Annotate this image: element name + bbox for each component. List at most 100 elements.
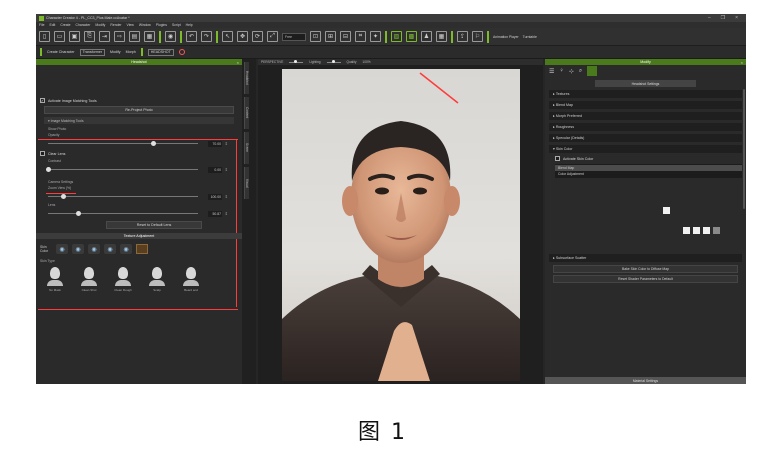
render-icon[interactable]: ▤	[129, 31, 140, 42]
view-select[interactable]: Free	[282, 32, 306, 41]
texture-icon[interactable]: ▨	[391, 31, 402, 42]
viewport[interactable]: PERSPECTIVE Lighting Quality 100%	[258, 59, 543, 384]
menu-modify[interactable]: Modify	[95, 23, 105, 27]
tab-visual[interactable]: Visual	[244, 167, 249, 199]
panel-close-icon[interactable]: ×	[237, 60, 239, 65]
close-icon[interactable]: ×	[735, 15, 738, 21]
send-icon[interactable]: ⇨	[114, 31, 125, 42]
zoom-slider-knob[interactable]	[61, 194, 66, 199]
lens-value[interactable]: 50.87	[208, 210, 222, 217]
tab-headshot[interactable]: Headshot	[244, 62, 249, 94]
eye-icon[interactable]: ◉	[56, 244, 68, 254]
spinner-icon[interactable]: ⇕	[225, 194, 228, 199]
camera-slider[interactable]	[289, 60, 304, 63]
color-swatch[interactable]	[683, 227, 690, 234]
section-morph[interactable]: ▸ Morph Preferred	[549, 112, 742, 120]
avatar-option[interactable]: Beard and	[180, 267, 202, 293]
axis-icon[interactable]: ⌗	[355, 31, 366, 42]
image-matching-tools-header[interactable]: ▾ Image Matching Tools	[44, 117, 234, 124]
opacity-slider[interactable]: 70.00 ⇕	[48, 139, 230, 148]
opacity-value[interactable]: 70.00	[208, 140, 222, 147]
menu-character[interactable]: Character	[76, 23, 91, 27]
menu-script[interactable]: Script	[172, 23, 181, 27]
menu-window[interactable]: Window	[139, 23, 151, 27]
redo-icon[interactable]: ↷	[201, 31, 212, 42]
eye-icon[interactable]: ◉	[88, 244, 100, 254]
activate-matching-checkbox[interactable]: ✓	[40, 98, 45, 103]
headshot-button[interactable]: HEADSHOT	[147, 48, 174, 56]
menu-file[interactable]: File	[39, 23, 44, 27]
contrast-slider-knob[interactable]	[46, 167, 51, 172]
color-swatch[interactable]	[693, 227, 700, 234]
skin-color-swatch[interactable]	[136, 244, 148, 254]
tab-content[interactable]: Content	[244, 97, 249, 129]
menu-grid-icon[interactable]: ▦	[436, 31, 447, 42]
lens-slider[interactable]: 50.87 ⇕	[48, 209, 230, 218]
pose-icon[interactable]: ♀	[559, 68, 564, 74]
turntable-button[interactable]: Turntable	[523, 35, 537, 39]
activate-skin-color-row[interactable]: Activate Skin Color	[555, 156, 742, 161]
section-skin-color[interactable]: ▾ Skin Color	[549, 145, 742, 153]
scrollbar[interactable]	[743, 89, 745, 209]
contrast-slider[interactable]: 0.00 ⇕	[46, 165, 230, 174]
camera-select[interactable]: PERSPECTIVE	[261, 60, 283, 64]
quality-label[interactable]: Quality	[347, 60, 357, 64]
activate-skin-color-checkbox[interactable]	[555, 156, 560, 161]
color-swatch[interactable]	[663, 207, 670, 214]
save-icon[interactable]: ▣	[69, 31, 80, 42]
menu-edit[interactable]: Edit	[49, 23, 55, 27]
avatar-option[interactable]: Clean Shot	[78, 267, 100, 293]
avatar-option[interactable]: Clean Rough	[112, 267, 134, 293]
panel-close-icon[interactable]: ×	[741, 60, 743, 65]
opacity-slider-knob[interactable]	[151, 141, 156, 146]
import-icon[interactable]: ⎘	[84, 31, 95, 42]
camera-icon[interactable]: ⊟	[340, 31, 351, 42]
align-icon[interactable]: ⊞	[325, 31, 336, 42]
animation-player-button[interactable]: Animation Player	[493, 35, 519, 39]
menu-view[interactable]: View	[127, 23, 134, 27]
contrast-value[interactable]: 0.00	[208, 166, 222, 173]
section-blend-map[interactable]: ▸ Blend Map	[549, 101, 742, 109]
transformer-button[interactable]: Transformer	[79, 48, 106, 56]
flag-icon[interactable]: ⚐	[472, 31, 483, 42]
reset-lens-button[interactable]: Reset to Default Lens	[106, 221, 202, 229]
lens-slider-knob[interactable]	[76, 211, 81, 216]
list-item[interactable]: Color Adjustment	[555, 171, 742, 177]
menu-create[interactable]: Create	[60, 23, 70, 27]
activate-matching-row[interactable]: ✓ Activate Image Matching Tools	[40, 98, 238, 103]
headshot-settings-header[interactable]: Headshot Settings	[595, 80, 696, 87]
sliders-icon[interactable]: ☰	[549, 68, 554, 75]
material-icon[interactable]: ▩	[406, 31, 417, 42]
menu-help[interactable]: Help	[186, 23, 193, 27]
lighting-label[interactable]: Lighting	[309, 60, 320, 64]
lighting-slider[interactable]	[326, 60, 341, 63]
tab-scene[interactable]: Scene	[244, 132, 249, 164]
undo-icon[interactable]: ↶	[186, 31, 197, 42]
section-specular[interactable]: ▸ Specular (Details)	[549, 134, 742, 142]
section-subsurface[interactable]: ▸ Subsurface Scatter	[549, 254, 742, 262]
rotate-icon[interactable]: ⟳	[252, 31, 263, 42]
section-textures[interactable]: ▸ Textures	[549, 90, 742, 98]
open-folder-icon[interactable]: ▭	[54, 31, 65, 42]
quality-value[interactable]: 100%	[362, 60, 370, 64]
person-icon[interactable]: ♟	[421, 31, 432, 42]
new-file-icon[interactable]: ▯	[39, 31, 50, 42]
headshot-tab-icon[interactable]	[587, 66, 598, 76]
menu-render[interactable]: Render	[110, 23, 121, 27]
texture-adjustment-header[interactable]: Texture Adjustment	[36, 233, 242, 239]
search-icon[interactable]: ⌕	[579, 68, 582, 75]
spinner-icon[interactable]: ⇕	[225, 167, 228, 172]
zoom-value[interactable]: 100.00	[208, 193, 222, 200]
avatar-option[interactable]: No Mask	[44, 267, 66, 293]
color-swatch[interactable]	[703, 227, 710, 234]
motion-icon[interactable]: ⊹	[569, 68, 574, 75]
reset-shader-button[interactable]: Reset Shader Parameters to Default	[553, 275, 738, 283]
clear-lens-row[interactable]: Clear Lens	[40, 151, 238, 156]
select-icon[interactable]: ↖	[222, 31, 233, 42]
search-icon[interactable]: ◉	[165, 31, 176, 42]
clear-lens-checkbox[interactable]	[40, 151, 45, 156]
export-fbx-icon[interactable]: ⇪	[457, 31, 468, 42]
bone-icon[interactable]: ✦	[370, 31, 381, 42]
create-character-button[interactable]: Create Character	[47, 50, 75, 54]
section-roughness[interactable]: ▸ Roughness	[549, 123, 742, 131]
